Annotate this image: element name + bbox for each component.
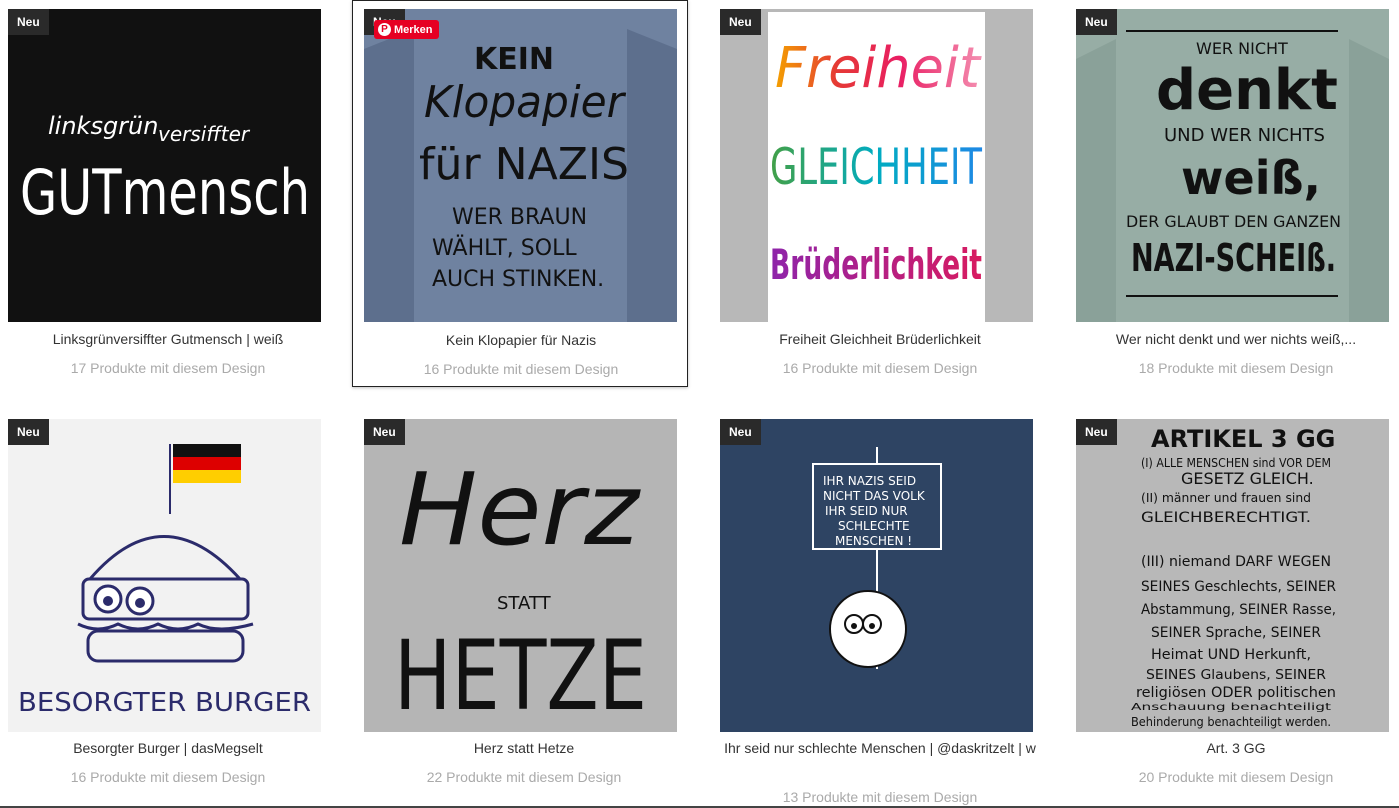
design-text: SEINES Glaubens, SEINER — [1146, 668, 1326, 683]
design-text: GLEICHBERECHTIGT. — [1141, 510, 1311, 526]
product-count: 17 Produkte mit diesem Design — [70, 360, 266, 376]
design-artwork: Herz STATT HETZE — [394, 451, 647, 732]
design-text: SEINER Sprache, SEINER — [1151, 625, 1321, 641]
product-image[interactable]: Neu WER NICHT denkt UND WER NICHTS weiß,… — [1076, 9, 1389, 322]
design-artwork: IHR NAZIS SEID NICHT DAS VOLK IHR SEID N… — [812, 447, 942, 669]
new-badge: Neu — [364, 419, 405, 445]
product-title[interactable]: Herz statt Hetze — [356, 738, 692, 758]
product-image[interactable]: Neu ARTIKEL 3 GG (I) ALLE MENSCHEN sind … — [1076, 419, 1389, 732]
design-text: DER GLAUBT DEN GANZEN — [1126, 212, 1341, 231]
product-count: 16 Produkte mit diesem Design — [423, 361, 619, 377]
design-text: SEINES Geschlechts, SEINER — [1141, 579, 1336, 595]
design-text: Behinderung benachteiligt werden. — [1131, 715, 1331, 729]
new-badge: Neu — [1076, 419, 1117, 445]
design-text: MENSCHEN ! — [835, 534, 912, 548]
new-badge: Neu — [720, 419, 761, 445]
design-text: Abstammung, SEINER Rasse, — [1141, 602, 1336, 618]
design-text: Freiheit — [775, 36, 982, 101]
design-text: IHR SEID NUR — [825, 504, 908, 518]
design-text: GUTmensch — [20, 156, 310, 229]
product-title[interactable]: Besorgter Burger | dasMegselt — [0, 738, 336, 758]
design-text: (II) männer und frauen sind — [1141, 491, 1311, 505]
product-image[interactable]: Neu Freiheit GLEICHHEIT Brüderlichkeit — [720, 9, 1033, 322]
design-text: BESORGTER BURGER — [18, 688, 311, 718]
product-image[interactable]: Neu IHR NAZIS SEID NICHT DAS VOLK IHR SE… — [720, 419, 1033, 732]
product-count: 16 Produkte mit diesem Design — [782, 360, 978, 376]
design-text: GLEICHHEIT — [770, 138, 982, 196]
design-artwork: Freiheit GLEICHHEIT Brüderlichkeit — [768, 12, 985, 322]
product-image[interactable]: Neu BESORGTER BURGER — [8, 419, 321, 732]
product-title[interactable]: Art. 3 GG — [1068, 738, 1399, 758]
design-text: KEIN — [474, 42, 554, 77]
product-card[interactable]: Neu BESORGTER BURGER Besorgter Burger | … — [0, 410, 336, 808]
product-card[interactable]: Neu Herz STATT HETZE Herz statt Hetze 22… — [356, 410, 692, 808]
design-artwork: KEIN Klopapier für NAZIS WER BRAUN WÄHLT… — [364, 29, 677, 322]
design-text: (I) ALLE MENSCHEN sind VOR DEM — [1141, 456, 1331, 470]
new-badge: Neu — [1076, 9, 1117, 35]
design-text: Herz — [399, 451, 642, 568]
product-title[interactable]: Kein Klopapier für Nazis — [353, 330, 689, 350]
design-text: religiösen ODER politischen — [1136, 685, 1336, 701]
product-card[interactable]: Neu Freiheit GLEICHHEIT Brüderlichkeit F… — [712, 0, 1048, 390]
product-card[interactable]: Neu ARTIKEL 3 GG (I) ALLE MENSCHEN sind … — [1068, 410, 1399, 808]
design-text: HETZE — [394, 620, 647, 732]
product-count: 18 Produkte mit diesem Design — [1138, 360, 1334, 376]
product-image[interactable]: Neu PMerken KEIN Klopapier für NAZIS WER… — [364, 9, 677, 322]
design-text: Heimat UND Herkunft, — [1151, 647, 1311, 663]
product-title[interactable]: Linksgrünversiffter Gutmensch | weiß — [0, 329, 336, 349]
design-text: AUCH STINKEN. — [432, 267, 604, 292]
product-image[interactable]: Neu Herz STATT HETZE — [364, 419, 677, 732]
pinterest-save-button[interactable]: P Merken — [374, 20, 439, 39]
design-text: ARTIKEL 3 GG — [1151, 425, 1335, 453]
design-text: WER NICHT — [1196, 39, 1288, 58]
design-text: NICHT DAS VOLK — [823, 489, 926, 503]
product-count: 20 Produkte mit diesem Design — [1138, 769, 1334, 785]
new-badge: Neu — [720, 9, 761, 35]
design-artwork: linksgrün versiffter GUTmensch — [20, 112, 310, 229]
product-card[interactable]: Neu WER NICHT denkt UND WER NICHTS weiß,… — [1068, 0, 1399, 390]
product-count: 16 Produkte mit diesem Design — [70, 769, 266, 785]
pin-label: Merken — [394, 23, 433, 36]
design-text: denkt — [1156, 58, 1338, 123]
design-artwork: BESORGTER BURGER — [18, 444, 311, 718]
design-text: SCHLECHTE — [838, 519, 910, 533]
design-text: WER BRAUN — [452, 205, 587, 230]
design-text: IHR NAZIS SEID — [823, 474, 916, 488]
design-text: linksgrün — [48, 112, 158, 140]
product-count: 13 Produkte mit diesem Design — [782, 789, 978, 805]
product-title[interactable]: Freiheit Gleichheit Brüderlichkeit — [712, 329, 1048, 349]
product-image[interactable]: Neu linksgrün versiffter GUTmensch — [8, 9, 321, 322]
product-title[interactable]: Wer nicht denkt und wer nichts weiß,... — [1068, 329, 1399, 349]
design-text: versiffter — [158, 122, 251, 146]
design-text: Klopapier — [424, 77, 627, 128]
design-artwork: WER NICHT denkt UND WER NICHTS weiß, DER… — [1076, 30, 1389, 322]
design-text: STATT — [497, 593, 552, 614]
product-card[interactable]: Neu IHR NAZIS SEID NICHT DAS VOLK IHR SE… — [712, 410, 1048, 808]
new-badge: Neu — [8, 419, 49, 445]
design-artwork: ARTIKEL 3 GG (I) ALLE MENSCHEN sind VOR … — [1131, 425, 1336, 729]
product-title[interactable]: Ihr seid nur schlechte Menschen | @daskr… — [712, 738, 1048, 758]
new-badge: Neu — [8, 9, 49, 35]
pinterest-icon: P — [378, 23, 391, 36]
design-text: Anschauung benachteiligt — [1131, 702, 1331, 713]
design-text: NAZI-SCHEIß. — [1131, 236, 1336, 280]
design-text: (III) niemand DARF WEGEN — [1141, 554, 1331, 570]
design-text: WÄHLT, SOLL — [432, 235, 577, 261]
design-text: UND WER NICHTS — [1164, 125, 1325, 146]
product-count: 22 Produkte mit diesem Design — [426, 769, 622, 785]
design-text: Brüderlichkeit — [770, 240, 982, 289]
product-card[interactable]: Neu linksgrün versiffter GUTmensch Links… — [0, 0, 336, 390]
design-text: GESETZ GLEICH. — [1181, 469, 1314, 488]
product-card[interactable]: Neu PMerken KEIN Klopapier für NAZIS WER… — [352, 0, 688, 387]
design-text: für NAZIS — [419, 139, 629, 190]
design-text: weiß, — [1181, 151, 1321, 205]
